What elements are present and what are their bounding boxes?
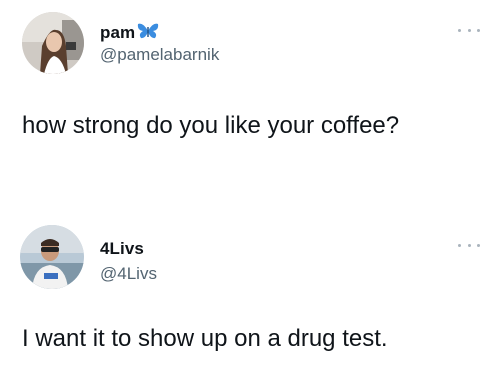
butterfly-icon xyxy=(138,23,159,39)
tweet-card[interactable]: pam @pamelabarnik how strong do you like… xyxy=(0,0,500,190)
display-name-text[interactable]: pam xyxy=(100,23,135,42)
display-name[interactable]: pam xyxy=(100,22,159,43)
tweet-text: I want it to show up on a drug test. xyxy=(22,325,388,352)
tweet-text: how strong do you like your coffee? xyxy=(22,112,400,139)
more-options-icon[interactable] xyxy=(458,25,480,35)
tweet-card[interactable]: 4Livs @4Livs I want it to show up on a d… xyxy=(0,222,500,383)
avatar-photo xyxy=(22,12,84,74)
avatar-photo xyxy=(20,225,84,289)
display-name[interactable]: 4Livs xyxy=(100,239,144,259)
more-options-icon[interactable] xyxy=(458,240,480,250)
avatar[interactable] xyxy=(22,12,84,74)
user-handle[interactable]: @pamelabarnik xyxy=(100,45,219,65)
user-handle[interactable]: @4Livs xyxy=(100,264,157,284)
avatar[interactable] xyxy=(20,225,84,289)
